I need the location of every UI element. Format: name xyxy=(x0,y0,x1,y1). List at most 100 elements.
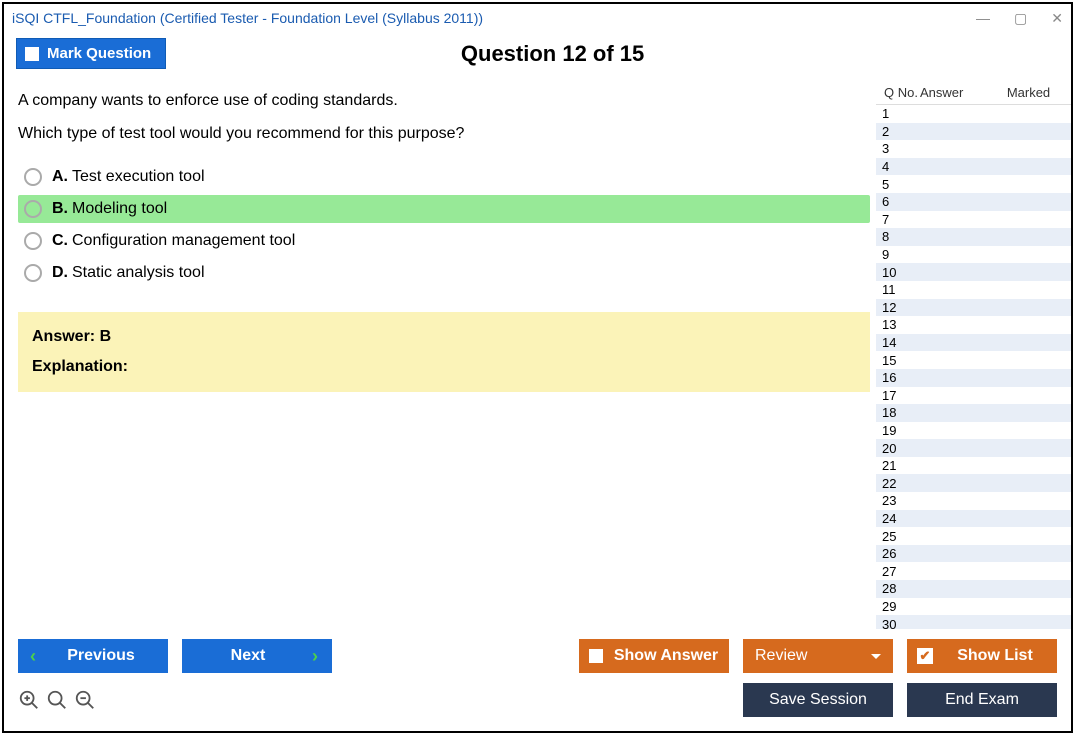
window-title: iSQI CTFL_Foundation (Certified Tester -… xyxy=(12,10,483,26)
row-qno: 3 xyxy=(882,141,916,156)
chevron-down-icon xyxy=(871,654,881,659)
list-row[interactable]: 17 xyxy=(876,387,1071,405)
row-qno: 20 xyxy=(882,441,916,456)
zoom-in-icon[interactable] xyxy=(18,689,40,711)
row-qno: 14 xyxy=(882,335,916,350)
list-row[interactable]: 18 xyxy=(876,404,1071,422)
next-button[interactable]: Next › xyxy=(182,639,332,673)
col-qno: Q No. xyxy=(880,85,920,100)
list-row[interactable]: 21 xyxy=(876,457,1071,475)
row-qno: 21 xyxy=(882,458,916,473)
option-b[interactable]: B. Modeling tool xyxy=(18,195,870,223)
list-row[interactable]: 11 xyxy=(876,281,1071,299)
option-letter: B. xyxy=(52,200,68,218)
show-list-button[interactable]: ✔ Show List xyxy=(907,639,1057,673)
list-row[interactable]: 4 xyxy=(876,158,1071,176)
chevron-right-icon: › xyxy=(312,646,318,667)
question-list-panel: Q No. Answer Marked 12345678910111213141… xyxy=(876,81,1071,629)
close-icon[interactable]: ✕ xyxy=(1051,10,1063,27)
row-qno: 16 xyxy=(882,370,916,385)
save-session-button[interactable]: Save Session xyxy=(743,683,893,717)
row-qno: 7 xyxy=(882,212,916,227)
header-row: Mark Question Question 12 of 15 xyxy=(4,32,1071,81)
list-row[interactable]: 22 xyxy=(876,474,1071,492)
list-row[interactable]: 6 xyxy=(876,193,1071,211)
answer-line: Answer: B xyxy=(32,328,856,346)
list-row[interactable]: 25 xyxy=(876,527,1071,545)
list-row[interactable]: 1 xyxy=(876,105,1071,123)
list-row[interactable]: 13 xyxy=(876,316,1071,334)
list-row[interactable]: 16 xyxy=(876,369,1071,387)
footer: ‹ Previous Next › Show Answer Review ✔ S… xyxy=(4,629,1071,731)
save-session-label: Save Session xyxy=(769,691,867,709)
list-row[interactable]: 12 xyxy=(876,299,1071,317)
list-row[interactable]: 19 xyxy=(876,422,1071,440)
list-row[interactable]: 10 xyxy=(876,263,1071,281)
list-row[interactable]: 2 xyxy=(876,123,1071,141)
col-answer: Answer xyxy=(920,85,990,100)
option-a[interactable]: A. Test execution tool xyxy=(18,163,870,191)
footer-row-1: ‹ Previous Next › Show Answer Review ✔ S… xyxy=(18,639,1057,673)
list-row[interactable]: 9 xyxy=(876,246,1071,264)
zoom-out-icon[interactable] xyxy=(74,689,96,711)
list-row[interactable]: 15 xyxy=(876,351,1071,369)
list-row[interactable]: 29 xyxy=(876,598,1071,616)
previous-button[interactable]: ‹ Previous xyxy=(18,639,168,673)
list-row[interactable]: 24 xyxy=(876,510,1071,528)
list-row[interactable]: 27 xyxy=(876,562,1071,580)
maximize-icon[interactable]: ▢ xyxy=(1014,10,1027,27)
list-row[interactable]: 26 xyxy=(876,545,1071,563)
question-counter: Question 12 of 15 xyxy=(46,41,1059,67)
window-controls: — ▢ ✕ xyxy=(976,10,1063,27)
radio-icon xyxy=(24,200,42,218)
row-qno: 26 xyxy=(882,546,916,561)
list-row[interactable]: 23 xyxy=(876,492,1071,510)
show-list-label: Show List xyxy=(933,647,1057,665)
list-header: Q No. Answer Marked xyxy=(876,81,1071,105)
row-qno: 29 xyxy=(882,599,916,614)
option-letter: D. xyxy=(52,264,68,282)
option-d[interactable]: D. Static analysis tool xyxy=(18,259,870,287)
row-qno: 5 xyxy=(882,177,916,192)
row-qno: 18 xyxy=(882,405,916,420)
show-answer-label: Show Answer xyxy=(603,647,729,665)
list-row[interactable]: 20 xyxy=(876,439,1071,457)
list-row[interactable]: 14 xyxy=(876,334,1071,352)
end-exam-button[interactable]: End Exam xyxy=(907,683,1057,717)
zoom-icon[interactable] xyxy=(46,689,68,711)
show-answer-button[interactable]: Show Answer xyxy=(579,639,729,673)
list-rows[interactable]: 1234567891011121314151617181920212223242… xyxy=(876,105,1071,629)
row-qno: 28 xyxy=(882,581,916,596)
app-window: iSQI CTFL_Foundation (Certified Tester -… xyxy=(2,2,1073,733)
row-qno: 25 xyxy=(882,529,916,544)
radio-icon xyxy=(24,264,42,282)
list-row[interactable]: 5 xyxy=(876,175,1071,193)
next-label: Next xyxy=(182,647,314,665)
main-area: A company wants to enforce use of coding… xyxy=(4,81,1071,629)
list-row[interactable]: 30 xyxy=(876,615,1071,629)
option-text: Test execution tool xyxy=(72,168,205,186)
row-qno: 24 xyxy=(882,511,916,526)
list-row[interactable]: 28 xyxy=(876,580,1071,598)
row-qno: 9 xyxy=(882,247,916,262)
minimize-icon[interactable]: — xyxy=(976,10,990,27)
option-text: Configuration management tool xyxy=(72,232,295,250)
list-row[interactable]: 7 xyxy=(876,211,1071,229)
review-dropdown[interactable]: Review xyxy=(743,639,893,673)
zoom-controls xyxy=(18,689,96,711)
previous-label: Previous xyxy=(34,647,168,665)
row-qno: 12 xyxy=(882,300,916,315)
row-qno: 8 xyxy=(882,229,916,244)
list-row[interactable]: 8 xyxy=(876,228,1071,246)
list-row[interactable]: 3 xyxy=(876,140,1071,158)
col-marked: Marked xyxy=(990,85,1067,100)
row-qno: 13 xyxy=(882,317,916,332)
question-line-1: A company wants to enforce use of coding… xyxy=(18,87,870,114)
question-panel: A company wants to enforce use of coding… xyxy=(4,81,876,629)
row-qno: 10 xyxy=(882,265,916,280)
row-qno: 11 xyxy=(882,282,916,297)
row-qno: 23 xyxy=(882,493,916,508)
row-qno: 27 xyxy=(882,564,916,579)
option-text: Modeling tool xyxy=(72,200,167,218)
option-c[interactable]: C. Configuration management tool xyxy=(18,227,870,255)
